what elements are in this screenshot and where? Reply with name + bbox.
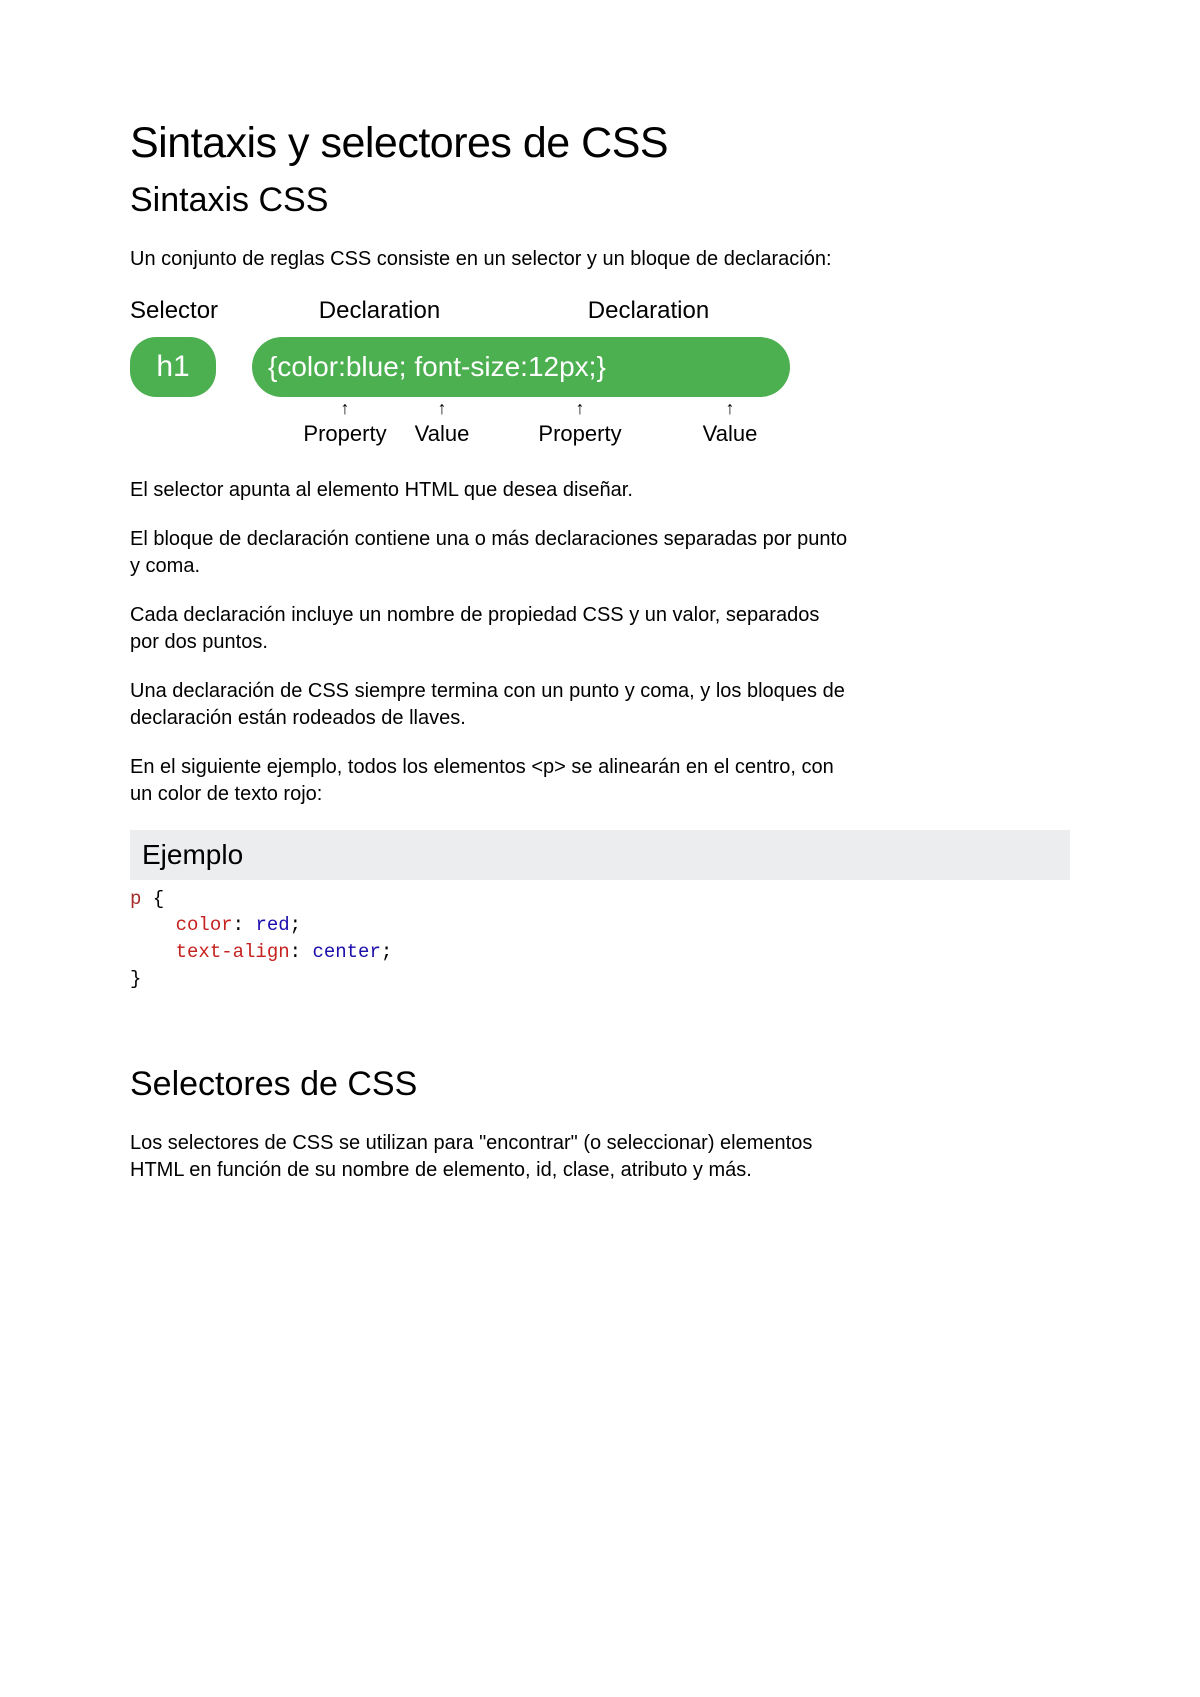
diagram-label-declaration-2: Declaration [507,295,790,337]
diagram-label-property-2: ↑ Property [490,399,670,449]
body-paragraph: En el siguiente ejemplo, todos los eleme… [130,754,850,808]
decl1-property: color [277,348,338,386]
body-paragraph: Los selectores de CSS se utilizan para "… [130,1130,850,1184]
diagram-selector-pill: h1 [130,337,216,397]
diagram-label-value-2: ↑ Value [670,399,790,449]
page-title: Sintaxis y selectores de CSS [130,114,1070,172]
intro-paragraph: Un conjunto de reglas CSS consiste en un… [130,246,850,273]
body-paragraph: El selector apunta al elemento HTML que … [130,477,850,504]
body-paragraph: El bloque de declaración contiene una o … [130,526,850,580]
arrow-up-icon: ↑ [438,399,447,419]
decl2-semicolon: ; [589,348,597,386]
decl1-value: blue [346,348,399,386]
brace-close: } [596,348,605,386]
brace-open: { [268,348,277,386]
decl2-property: font-size [414,348,520,386]
arrow-up-icon: ↑ [576,399,585,419]
diagram-label-value-1: ↑ Value [394,399,490,449]
decl2-colon: : [520,348,528,386]
arrow-up-icon: ↑ [341,399,350,419]
syntax-diagram: Selector Declaration Declaration h1 { co… [130,295,790,449]
diagram-label-property-1: ↑ Property [296,399,394,449]
diagram-declaration-pill: { color : blue ; font-size : 12px ; } [252,337,790,397]
decl-space [407,348,415,386]
body-paragraph: Cada declaración incluye un nombre de pr… [130,602,850,656]
code-block: p { color: red; text-align: center; } [130,886,1070,992]
decl1-colon: : [338,348,346,386]
section-heading-selectors: Selectores de CSS [130,1062,1070,1108]
diagram-label-declaration-1: Declaration [252,295,507,337]
diagram-label-selector: Selector [130,295,216,337]
body-paragraph: Una declaración de CSS siempre termina c… [130,678,850,732]
example-heading: Ejemplo [130,830,1070,880]
arrow-up-icon: ↑ [726,399,735,419]
decl1-semicolon: ; [399,348,407,386]
section-heading-syntax: Sintaxis CSS [130,178,1070,224]
decl2-value: 12px [528,348,589,386]
